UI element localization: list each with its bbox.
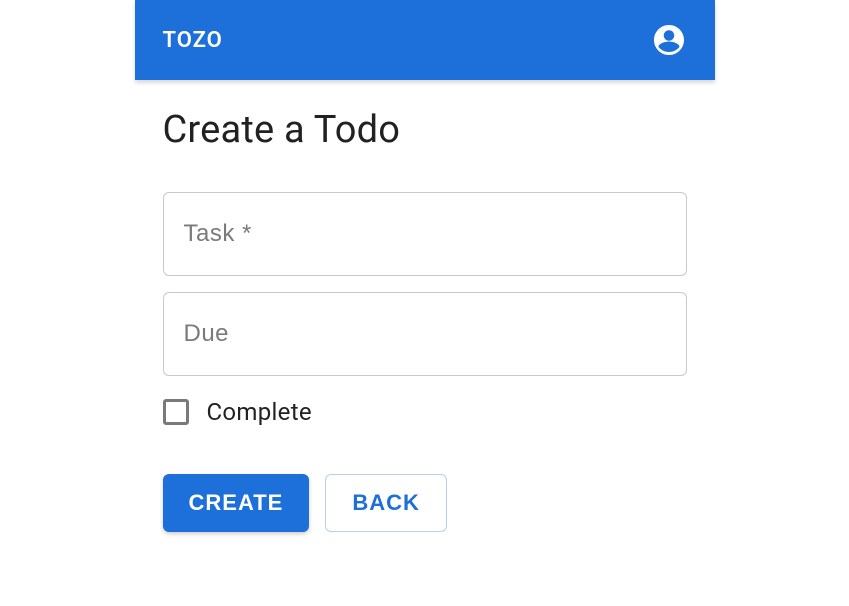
app-container: TOZO Create a Todo Complete CREATE BACK [135,0,715,532]
brand-logo: TOZO [163,28,223,53]
task-field [163,192,687,276]
complete-row: Complete [163,398,687,426]
app-header: TOZO [135,0,715,80]
due-input[interactable] [163,292,687,376]
account-icon[interactable] [651,22,687,58]
due-field [163,292,687,376]
create-button[interactable]: CREATE [163,474,310,532]
action-buttons: CREATE BACK [163,474,687,532]
complete-label: Complete [207,398,312,426]
page-title: Create a Todo [163,108,687,152]
task-input[interactable] [163,192,687,276]
back-button[interactable]: BACK [325,474,447,532]
page-content: Create a Todo Complete CREATE BACK [135,80,715,532]
complete-checkbox[interactable] [163,399,189,425]
